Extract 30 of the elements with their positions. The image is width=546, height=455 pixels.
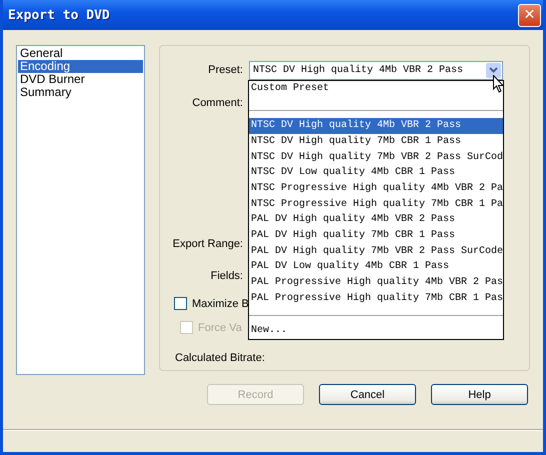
checkbox-label: Force Va (198, 322, 242, 334)
preset-dropdown[interactable]: NTSC DV High quality 4Mb VBR 2 Pass (249, 60, 503, 80)
preset-option[interactable]: PAL DV High quality 7Mb CBR 1 Pass (249, 228, 503, 244)
preset-option[interactable]: PAL DV High quality 4Mb VBR 2 Pass (249, 212, 503, 228)
category-item[interactable]: Encoding (18, 60, 143, 73)
preset-option[interactable]: PAL Progressive High quality 4Mb VBR 2 Pas (249, 275, 503, 291)
calculated-bitrate-label: Calculated Bitrate: (175, 352, 265, 364)
category-item[interactable]: Summary (18, 86, 143, 99)
preset-option[interactable]: NTSC Progressive High quality 7Mb CBR 1 Pa (249, 196, 503, 212)
preset-option[interactable]: PAL DV Low quality 4Mb CBR 1 Pass (249, 259, 503, 276)
comment-label: Comment: (191, 97, 243, 109)
export-range-label: Export Range: (172, 238, 243, 250)
chevron-icon (486, 62, 501, 78)
checkbox[interactable] (174, 297, 187, 310)
category-item[interactable]: DVD Burner (18, 73, 143, 86)
preset-option[interactable]: PAL Progressive High quality 7Mb CBR 1 Pas (249, 290, 503, 306)
checkbox-label: Maximize B (192, 298, 249, 310)
new-preset-option[interactable]: New... (249, 323, 503, 340)
preset-option[interactable]: NTSC Progressive High quality 4Mb VBR 2 Pa (249, 181, 503, 197)
dialog-button[interactable]: Help (431, 384, 528, 405)
category-item[interactable]: General (18, 47, 143, 60)
dialog-button[interactable]: Cancel (319, 384, 416, 405)
window-title: Export to DVD (8, 8, 110, 22)
preset-option[interactable]: NTSC DV Low quality 4Mb CBR 1 Pass (249, 165, 503, 182)
fields-label: Fields: (210, 270, 243, 282)
preset-option[interactable]: NTSC DV High quality 4Mb VBR 2 Pass (249, 118, 503, 134)
preset-option[interactable]: NTSC DV High quality 7Mb VBR 2 Pass SurCod (249, 150, 503, 166)
preset-option[interactable]: PAL DV High quality 7Mb VBR 2 Pass SurCode (249, 244, 503, 260)
preset-option[interactable]: NTSC DV High quality 7Mb CBR 1 Pass (249, 134, 503, 150)
preset-label: Preset: (207, 64, 243, 76)
